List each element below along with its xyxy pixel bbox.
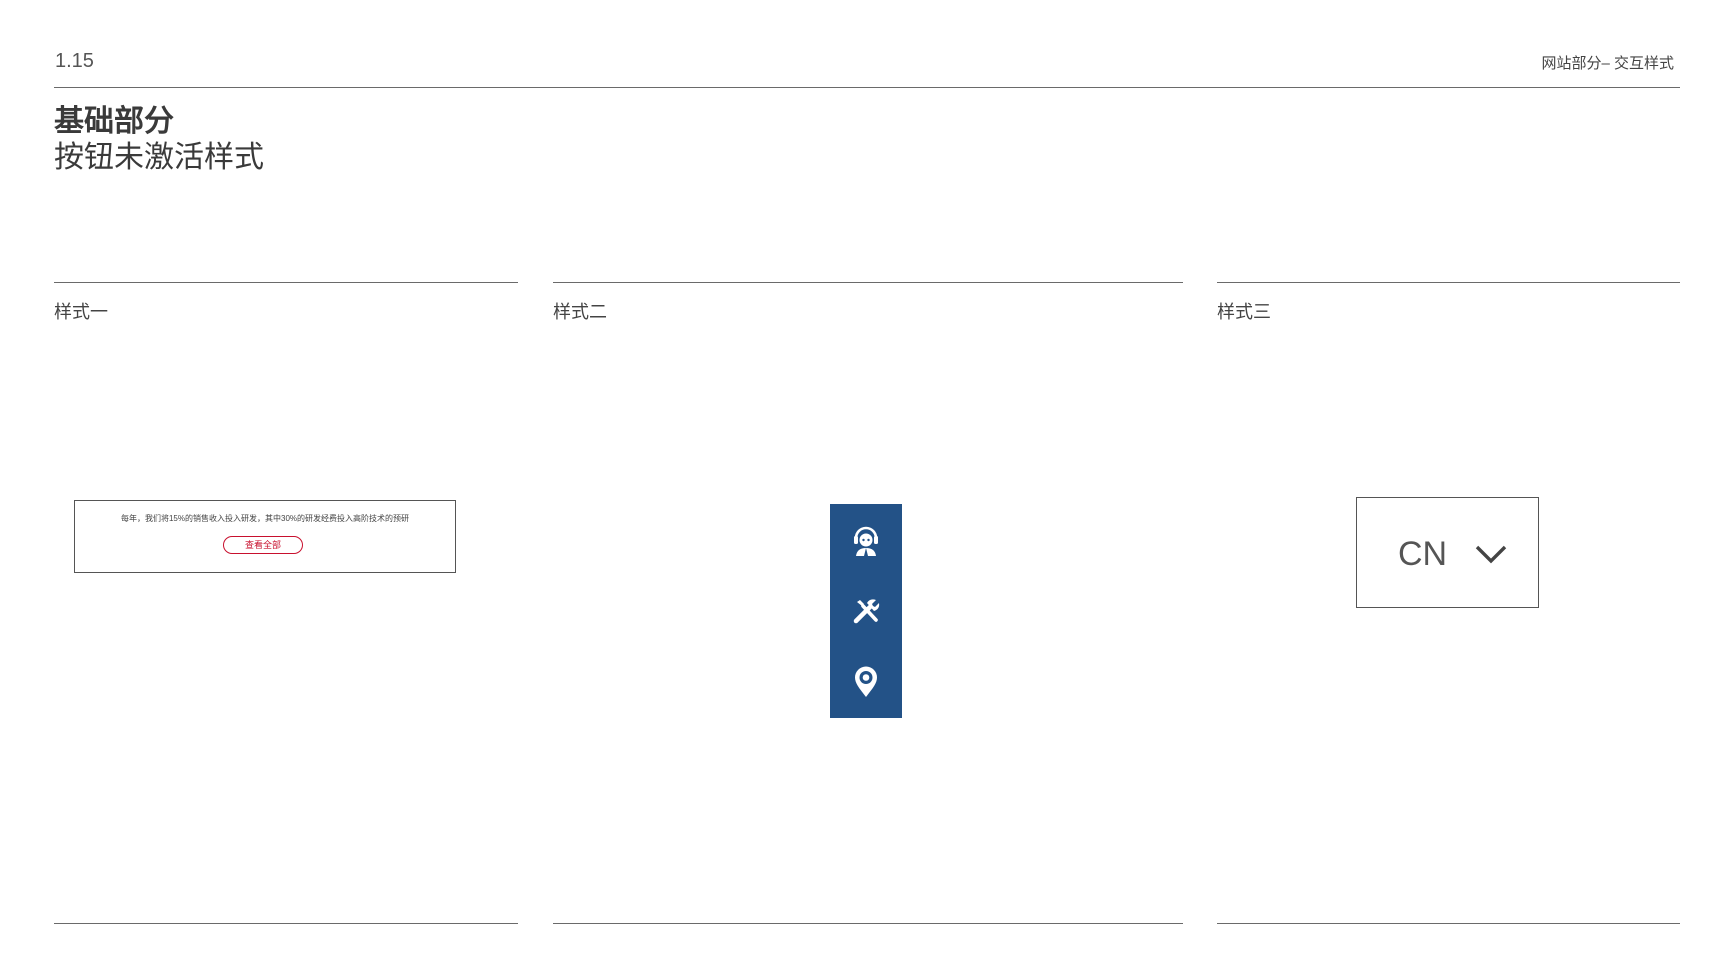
column-3-label: 样式三 bbox=[1217, 302, 1271, 322]
location-button[interactable] bbox=[830, 646, 902, 718]
page-number: 1.15 bbox=[55, 50, 94, 72]
column-1-top-divider bbox=[54, 282, 518, 283]
customer-service-button[interactable] bbox=[830, 504, 902, 576]
header-divider bbox=[54, 87, 1680, 88]
page-title: 基础部分 bbox=[54, 105, 174, 138]
tools-icon bbox=[853, 599, 880, 624]
column-2-top-divider bbox=[553, 282, 1183, 283]
chevron-down-icon bbox=[1475, 545, 1507, 564]
column-3-bottom-divider bbox=[1217, 923, 1680, 924]
floating-sidebar bbox=[830, 504, 902, 718]
column-2-label: 样式二 bbox=[553, 302, 607, 322]
column-3-top-divider bbox=[1217, 282, 1680, 283]
customer-service-icon bbox=[854, 526, 878, 556]
column-2-bottom-divider bbox=[553, 923, 1183, 924]
location-pin-icon bbox=[855, 666, 877, 697]
service-tools-button[interactable] bbox=[830, 575, 902, 647]
style1-description: 每年，我们将15%的销售收入投入研发，其中30%的研发经费投入高阶技术的预研 bbox=[120, 514, 410, 523]
page-subtitle: 按钮未激活样式 bbox=[54, 141, 264, 174]
style1-card: 每年，我们将15%的销售收入投入研发，其中30%的研发经费投入高阶技术的预研 查… bbox=[74, 500, 456, 573]
language-select[interactable]: CN bbox=[1356, 497, 1539, 608]
language-value: CN bbox=[1398, 535, 1448, 573]
column-1-bottom-divider bbox=[54, 923, 518, 924]
column-1-label: 样式一 bbox=[54, 302, 108, 322]
view-all-button[interactable]: 查看全部 bbox=[223, 536, 303, 554]
section-label: 网站部分– 交互样式 bbox=[1541, 55, 1674, 72]
